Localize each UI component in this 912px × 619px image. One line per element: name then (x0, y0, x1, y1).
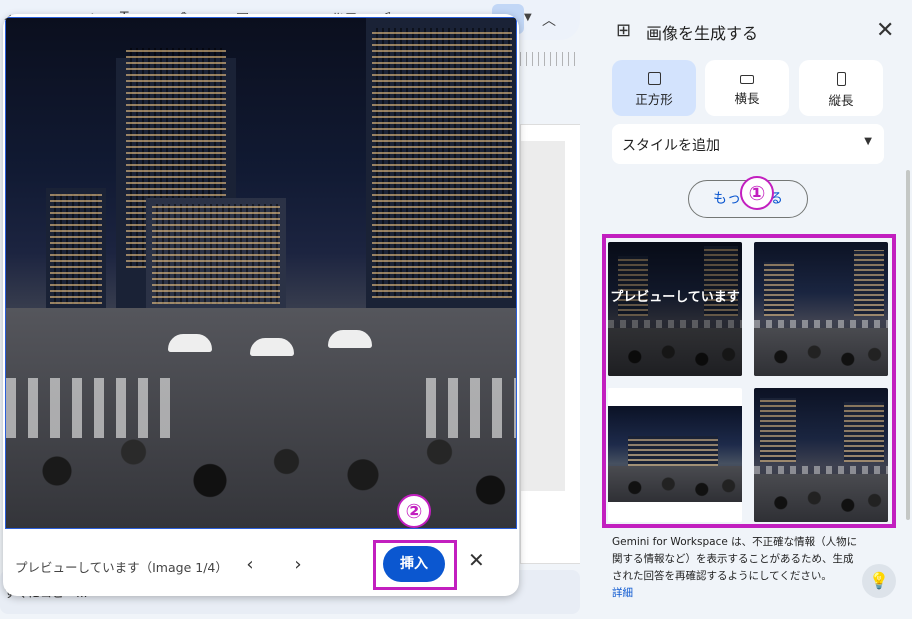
building (628, 436, 718, 466)
thumbnail-2[interactable] (754, 242, 888, 376)
crowd (608, 466, 742, 502)
ruler (520, 52, 580, 66)
lightbulb-icon[interactable]: 💡 (862, 564, 896, 598)
image-sparkle-icon: ⊞ (616, 20, 632, 41)
thumbnail-overlay: プレビューしています (608, 242, 742, 376)
building (854, 250, 884, 316)
building (764, 262, 794, 316)
disclaimer-text: Gemini for Workspace は、不正確な情報（人物に関する情報など… (612, 536, 858, 582)
image-preview-dialog: ② プレビューしています（Image 1/4） ‹ › 挿入 ✕ (3, 14, 519, 596)
crowd (754, 474, 888, 522)
chevron-down-icon: ▼ (864, 136, 872, 147)
chevron-up-icon[interactable]: ︿ (542, 10, 556, 30)
style-dropdown-label: スタイルを追加 (622, 138, 720, 154)
step-badge-2: ② (397, 494, 431, 528)
landscape-icon (740, 75, 754, 84)
chevron-right-icon[interactable]: › (283, 550, 313, 580)
chevron-down-icon[interactable]: ▼ (524, 12, 532, 23)
aspect-label: 正方形 (635, 92, 673, 107)
close-icon[interactable]: ✕ (876, 18, 894, 43)
aspect-label: 縦長 (828, 93, 854, 108)
details-link[interactable]: 詳細 (612, 585, 862, 602)
thumbnail-1[interactable]: プレビューしています (608, 242, 742, 376)
preview-image (5, 17, 517, 529)
square-icon (647, 72, 661, 85)
chevron-left-icon[interactable]: ‹ (235, 550, 265, 580)
aspect-square-button[interactable]: 正方形 (612, 60, 696, 116)
panel-title: 画像を生成する (646, 24, 759, 43)
aspect-label: 横長 (734, 91, 760, 106)
disclaimer: Gemini for Workspace は、不正確な情報（人物に関する情報など… (612, 534, 862, 602)
portrait-icon (836, 72, 846, 86)
style-dropdown[interactable]: スタイルを追加 ▼ (612, 124, 884, 164)
aspect-portrait-button[interactable]: 縦長 (799, 60, 883, 116)
close-icon[interactable]: ✕ (468, 548, 485, 572)
generate-image-panel: ⊞ 画像を生成する ✕ 正方形 横長 縦長 スタイルを追加 ▼ もっと見る ① … (596, 0, 912, 619)
image-placeholder (521, 141, 565, 491)
preview-status: プレビューしています（Image 1/4） (15, 560, 228, 575)
building (760, 398, 796, 462)
document-page (520, 124, 580, 564)
building-windows (50, 194, 102, 304)
scrollbar[interactable] (906, 170, 910, 520)
crowd (754, 328, 888, 376)
building-windows (372, 28, 512, 298)
crowd (6, 338, 516, 528)
building-windows (152, 204, 280, 304)
aspect-landscape-button[interactable]: 横長 (705, 60, 789, 116)
thumbnail-3[interactable] (608, 388, 742, 522)
thumbnail-4[interactable] (754, 388, 888, 522)
thumbnail-image (608, 406, 742, 502)
step-badge-1: ① (740, 176, 774, 210)
insert-button[interactable]: 挿入 (383, 546, 445, 582)
building (844, 402, 884, 462)
